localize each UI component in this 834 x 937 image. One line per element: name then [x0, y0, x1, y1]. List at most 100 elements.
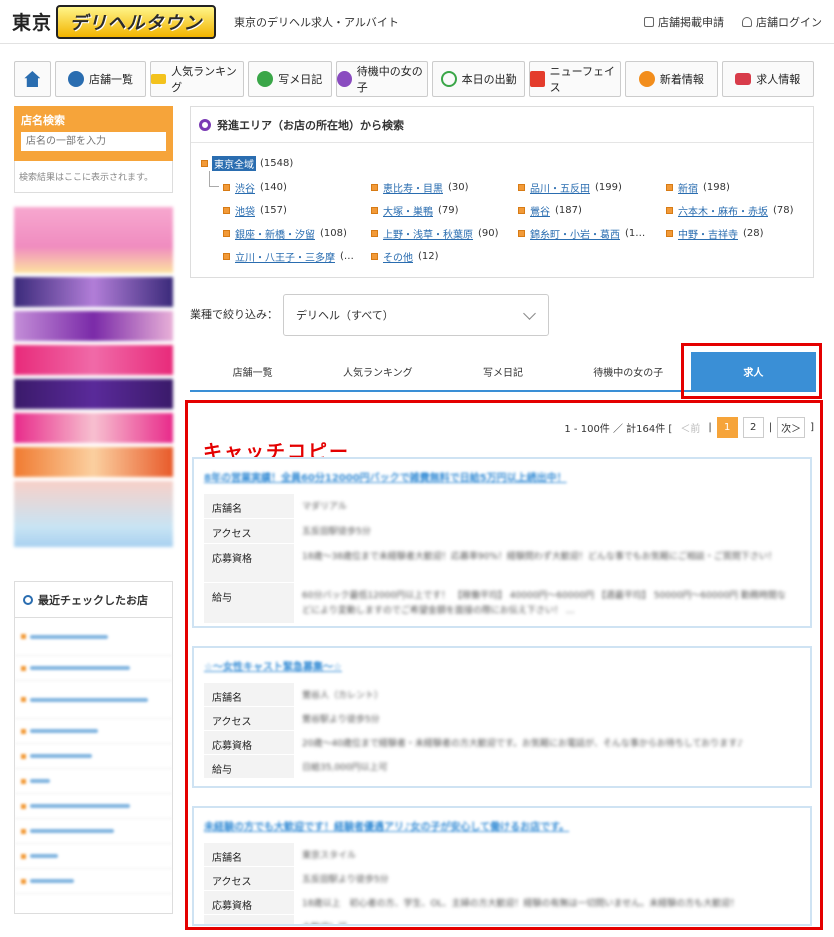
nav-ranking[interactable]: 人気ランキング: [150, 61, 244, 97]
recent-item[interactable]: [15, 794, 172, 819]
site-logo[interactable]: 東京 デリヘルタウン: [12, 4, 217, 39]
area-item[interactable]: 恵比寿・目黒 (30): [371, 180, 469, 195]
recent-item[interactable]: [15, 719, 172, 744]
pager-divider: |: [768, 422, 773, 433]
field-value: 五反田駅徒歩5分: [302, 527, 371, 537]
area-link-label[interactable]: 銀座・新橋・汐留: [235, 226, 315, 241]
field-value: 鶯谷駅より徒歩5分: [302, 715, 380, 725]
field-value: 18歳～38歳位まで未経験者大歓迎！応募率90%！経験問わず大歓迎！どんな事でも…: [302, 552, 777, 562]
nav-home[interactable]: [14, 61, 51, 97]
next-page-button[interactable]: 次＞: [777, 417, 806, 438]
area-link-label[interactable]: 池袋: [235, 203, 255, 218]
recent-title: 最近チェックしたお店: [15, 582, 172, 618]
crown-icon: [151, 74, 167, 84]
area-item[interactable]: 上野・浅草・秋葉原 (90): [371, 226, 499, 241]
field-label: 給与: [204, 583, 294, 623]
field-value: 60分バック最低12000円以上です！ 【稼働平均】 40000円～60000円…: [302, 591, 786, 617]
area-item[interactable]: 品川・五反田 (199): [518, 180, 622, 195]
nav-newface[interactable]: ニューフェイス: [528, 61, 622, 97]
area-item[interactable]: 池袋 (157): [223, 203, 287, 218]
banner-ad[interactable]: [14, 413, 173, 443]
listing-title-link[interactable]: ☆～女性キャスト緊急募集～☆: [204, 658, 342, 673]
area-link-label[interactable]: 恵比寿・目黒: [383, 180, 443, 195]
tab-shop-list[interactable]: 店舗一覧: [190, 352, 315, 390]
nav-jobs[interactable]: 求人情報: [721, 61, 814, 97]
area-link-label[interactable]: 立川・八王子・三多摩: [235, 249, 335, 264]
home-icon: [24, 71, 41, 87]
banner-ad[interactable]: [14, 447, 173, 477]
nav-today[interactable]: 本日の出勤: [432, 61, 525, 97]
area-item[interactable]: 大塚・巣鴨 (79): [371, 203, 459, 218]
banner-ad[interactable]: [14, 311, 173, 341]
area-link-label[interactable]: 中野・吉祥寺: [678, 226, 738, 241]
area-link-label[interactable]: 大塚・巣鴨: [383, 203, 433, 218]
job-listing: ☆～女性キャスト緊急募集～☆ 店舗名 鶯谷人（カレント） アクセス 鶯谷駅より徒歩5…: [192, 646, 812, 788]
area-link-label[interactable]: 渋谷: [235, 180, 255, 195]
page-1-button[interactable]: 1: [716, 417, 738, 438]
shop-apply-link[interactable]: 店舗掲載申請: [644, 14, 724, 30]
banner-ad[interactable]: [14, 277, 173, 307]
area-link-label[interactable]: 品川・五反田: [530, 180, 590, 195]
recent-item[interactable]: [15, 869, 172, 894]
prev-page-button[interactable]: ＜前: [677, 417, 703, 438]
tab-waiting[interactable]: 待機中の女の子: [566, 352, 691, 390]
tree-connector: [209, 171, 219, 187]
recent-shops: 最近チェックしたお店: [14, 581, 173, 914]
tab-ranking[interactable]: 人気ランキング: [315, 352, 440, 390]
recent-item[interactable]: [15, 844, 172, 869]
listing-title-link[interactable]: 未経験の方でも大歓迎です！経験者優遇アリ♪女の子が安心して働けるお店です。: [204, 818, 569, 833]
area-item[interactable]: 立川・八王子・三多摩 (…: [223, 249, 354, 264]
banner-ad[interactable]: [14, 207, 173, 273]
nav-diary[interactable]: 写メ日記: [247, 61, 333, 97]
area-count: (79): [438, 205, 459, 216]
nav-news[interactable]: 新着情報: [625, 61, 718, 97]
tab-diary[interactable]: 写メ日記: [440, 352, 565, 390]
listing-title-link[interactable]: 8年の営業実績！全員60分12000円バックで雑費無料で日給5万円以上続出中！: [204, 469, 567, 484]
area-count: (1…: [625, 228, 646, 239]
recent-item[interactable]: [15, 618, 172, 656]
business-type-select[interactable]: デリヘル（すべて）: [283, 294, 549, 336]
page-2-button[interactable]: 2: [742, 417, 764, 438]
shop-search-input[interactable]: [21, 132, 166, 151]
chevron-down-icon: [523, 307, 536, 320]
area-link-label[interactable]: その他: [383, 249, 413, 264]
field-label: 店舗名: [204, 494, 294, 518]
shop-login-link[interactable]: 店舗ログイン: [742, 14, 822, 30]
logo-city: 東京: [12, 12, 53, 34]
field-label: 給与: [204, 915, 294, 924]
nav-waiting[interactable]: 待機中の女の子: [336, 61, 429, 97]
field-label: 給与: [204, 755, 294, 778]
shop-search-box: 店名検索: [14, 106, 173, 161]
area-item[interactable]: 新宿 (198): [666, 180, 730, 195]
area-item[interactable]: 銀座・新橋・汐留 (108): [223, 226, 347, 241]
banner-ad[interactable]: [14, 379, 173, 409]
area-link-label[interactable]: 上野・浅草・秋葉原: [383, 226, 473, 241]
recent-item[interactable]: [15, 681, 172, 719]
listing-row: 店舗名 東京スタイル: [204, 843, 802, 866]
area-item[interactable]: 六本木・麻布・赤坂 (78): [666, 203, 794, 218]
area-link-label[interactable]: 錦糸町・小岩・葛西: [530, 226, 620, 241]
banner-ad[interactable]: [14, 481, 173, 547]
area-item[interactable]: 錦糸町・小岩・葛西 (1…: [518, 226, 645, 241]
recent-item[interactable]: [15, 656, 172, 681]
area-count: (78): [773, 205, 794, 216]
area-link-label[interactable]: 六本木・麻布・赤坂: [678, 203, 768, 218]
area-item[interactable]: 渋谷 (140): [223, 180, 287, 195]
recent-item[interactable]: [15, 769, 172, 794]
banner-ad[interactable]: [14, 345, 173, 375]
field-label: アクセス: [204, 707, 294, 730]
area-link-label[interactable]: 新宿: [678, 180, 698, 195]
recent-item[interactable]: [15, 744, 172, 769]
phone-icon: [337, 71, 352, 87]
area-link-label[interactable]: 鶯谷: [530, 203, 550, 218]
user-icon: [742, 16, 752, 27]
area-all-tokyo[interactable]: 東京全域 (1548): [201, 156, 293, 171]
recent-item[interactable]: [15, 819, 172, 844]
area-link-label[interactable]: 東京全域: [212, 156, 256, 171]
area-item[interactable]: その他 (12): [371, 249, 439, 264]
area-item[interactable]: 鶯谷 (187): [518, 203, 582, 218]
listing-row: アクセス 鶯谷駅より徒歩5分: [204, 707, 802, 730]
nav-shop-list[interactable]: 店舗一覧: [54, 61, 147, 97]
area-item[interactable]: 中野・吉祥寺 (28): [666, 226, 764, 241]
field-value: 18歳以上 初心者の方、学生、OL、主婦の方大歓迎！経験の有無は一切問いません。…: [302, 899, 740, 909]
